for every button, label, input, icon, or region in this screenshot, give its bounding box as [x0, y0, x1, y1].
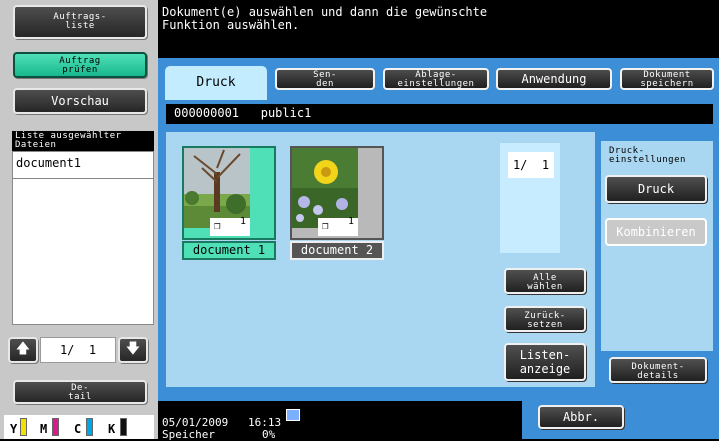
arrow-down-icon: 🡇 — [125, 341, 141, 357]
list-item[interactable]: document1 — [13, 152, 153, 170]
tab-print[interactable]: Druck — [165, 66, 267, 100]
document-stack-icon: ❐ — [214, 219, 221, 232]
box-path-bar: 000000001 public1 — [166, 104, 713, 124]
box-name: public1 — [260, 106, 312, 120]
memory-label: Speicher — [162, 428, 215, 441]
tab-storage-settings[interactable]: Ablage- einstellungen — [383, 68, 489, 90]
time-display: 16:13 — [248, 416, 282, 429]
preview-button[interactable]: Vorschau — [13, 88, 147, 114]
list-view-button[interactable]: Listen- anzeige — [504, 343, 586, 381]
toner-m-icon — [52, 418, 59, 436]
toner-label-c: C — [74, 422, 82, 436]
document-name: document 2 — [290, 241, 384, 260]
cancel-button[interactable]: Abbr. — [538, 405, 624, 429]
job-list-button[interactable]: Auftrags- liste — [13, 5, 147, 39]
document-stack-icon: ❐ — [322, 219, 329, 232]
selected-files-header: Liste ausgewählter Dateien — [12, 131, 154, 151]
selected-files-empty-area — [12, 179, 154, 325]
date-display: 05/01/2009 — [162, 416, 229, 429]
box-number: 000000001 — [174, 106, 240, 120]
reset-button[interactable]: Zurück- setzen — [504, 306, 586, 332]
toner-label-k: K — [108, 422, 116, 436]
tab-application[interactable]: Anwendung — [496, 68, 612, 90]
toner-label-y: Y — [10, 422, 18, 436]
document-thumbnail-1[interactable]: ❐ 1 document 1 — [182, 146, 276, 260]
page-indicator: 1/ 1 — [40, 337, 116, 363]
document-name: document 1 — [182, 241, 276, 260]
select-all-button[interactable]: Alle wählen — [504, 268, 586, 294]
print-settings-panel — [601, 141, 713, 351]
arrow-down-button[interactable]: 🡇 — [118, 337, 148, 363]
toner-indicator: Y M C K — [4, 415, 154, 439]
arrow-up-button[interactable]: 🡅 — [8, 337, 38, 363]
tab-save-document[interactable]: Dokument speichern — [620, 68, 714, 90]
page-counter: 1/ 1 — [508, 152, 554, 178]
combine-button[interactable]: Kombinieren — [605, 218, 707, 246]
memory-value: 0% — [262, 428, 276, 441]
selected-files-list: document1 — [12, 151, 154, 179]
toner-label-m: M — [40, 422, 48, 436]
print-settings-header: Druck- einstellungen — [609, 146, 686, 165]
document-details-button[interactable]: Dokument- details — [609, 357, 707, 383]
tab-send[interactable]: Sen- den — [275, 68, 375, 90]
toner-y-icon — [20, 418, 27, 436]
arrow-up-icon: 🡅 — [15, 341, 31, 357]
document-thumbnail-2[interactable]: ❐ 1 document 2 — [290, 146, 384, 260]
detail-button[interactable]: De- tail — [13, 380, 147, 404]
instruction-message: Dokument(e) auswählen und dann die gewün… — [158, 0, 719, 58]
print-button[interactable]: Druck — [605, 175, 707, 203]
check-job-button[interactable]: Auftrag prüfen — [13, 52, 147, 78]
toner-k-icon — [120, 418, 127, 436]
page-count: 1 — [240, 216, 247, 227]
toner-c-icon — [86, 418, 93, 436]
network-status-icon — [286, 409, 300, 421]
page-count: 1 — [348, 216, 355, 227]
